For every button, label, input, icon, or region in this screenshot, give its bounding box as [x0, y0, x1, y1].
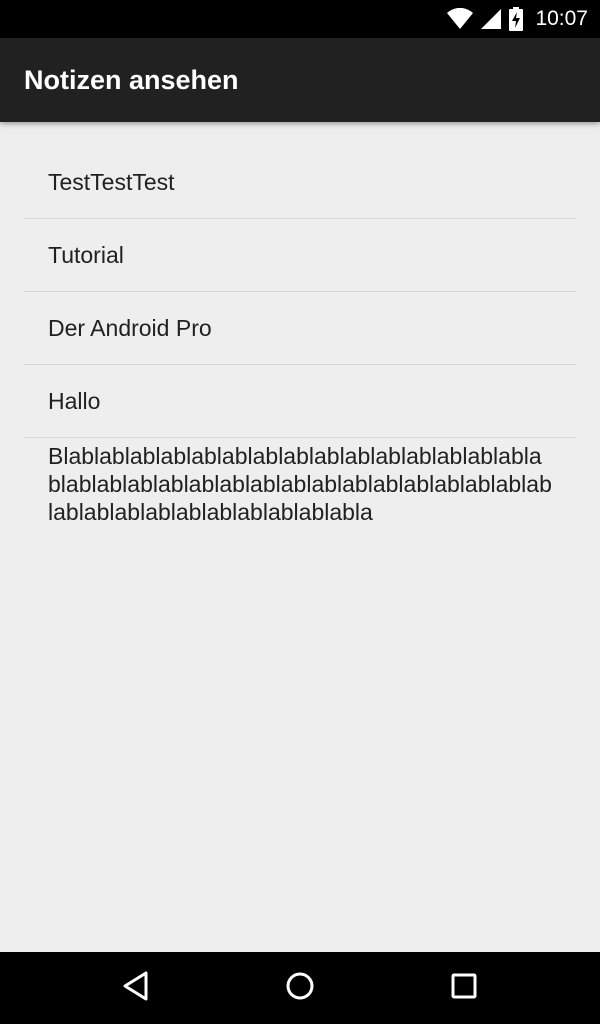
home-icon [285, 971, 315, 1006]
status-time: 10:07 [535, 7, 588, 30]
recent-apps-button[interactable] [446, 970, 482, 1006]
home-button[interactable] [282, 970, 318, 1006]
list-item[interactable]: Der Android Pro [24, 292, 576, 365]
list-item[interactable]: Blablablablablablablablablablablablablab… [24, 438, 576, 526]
status-bar: 10:07 [0, 0, 600, 38]
back-button[interactable] [118, 970, 154, 1006]
list-item[interactable]: Hallo [24, 365, 576, 438]
app-bar: Notizen ansehen [0, 38, 600, 122]
page-title: Notizen ansehen [24, 65, 239, 95]
battery-charging-icon [509, 7, 524, 31]
list-item[interactable]: TestTestTest [24, 146, 576, 219]
recent-apps-icon [451, 973, 477, 1004]
status-icons: 10:07 [447, 0, 588, 38]
navigation-bar [0, 952, 600, 1024]
signal-icon [481, 9, 502, 29]
list-item[interactable]: Tutorial [24, 219, 576, 292]
note-list: TestTestTest Tutorial Der Android Pro Ha… [24, 146, 576, 526]
back-icon [122, 971, 150, 1006]
wifi-icon [447, 8, 474, 30]
